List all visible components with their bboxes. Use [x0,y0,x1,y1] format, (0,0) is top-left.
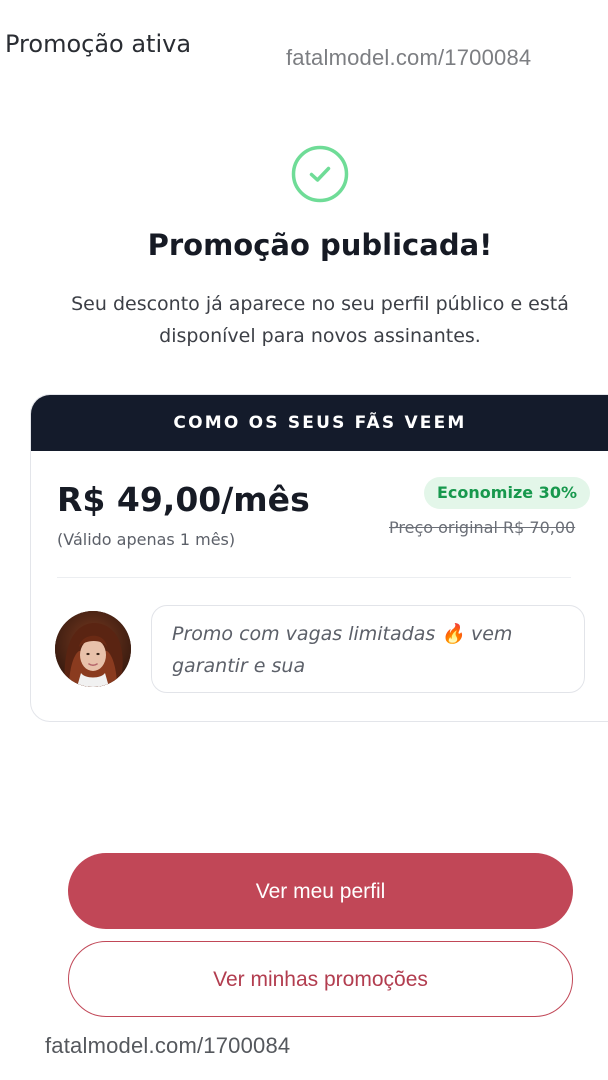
promo-price: R$ 49,00/mês [57,480,310,519]
check-circle-icon [291,145,349,203]
promo-validity: (Válido apenas 1 mês) [57,530,236,549]
card-divider [57,577,571,578]
preview-header: COMO OS SEUS FÃS VEEM [31,395,608,451]
view-profile-button[interactable]: Ver meu perfil [68,853,573,929]
success-heading: Promoção publicada! [147,228,493,262]
view-promotions-button[interactable]: Ver minhas promoções [68,941,573,1017]
success-description: Seu desconto já aparece no seu perfil pú… [71,293,569,347]
watermark-bottom: fatalmodel.com/1700084 [45,1033,291,1058]
avatar [55,611,131,687]
discount-badge: Economize 30% [424,477,590,509]
promo-message: Promo com vagas limitadas 🔥 vem garantir… [151,605,585,693]
avatar-image [55,611,131,687]
page-title: Promoção ativa [5,30,192,58]
watermark-top: fatalmodel.com/1700084 [286,45,532,70]
original-price: Preço original R$ 70,00 [389,518,576,537]
fan-preview-card: COMO OS SEUS FÃS VEEM R$ 49,00/mês (Váli… [30,394,608,722]
